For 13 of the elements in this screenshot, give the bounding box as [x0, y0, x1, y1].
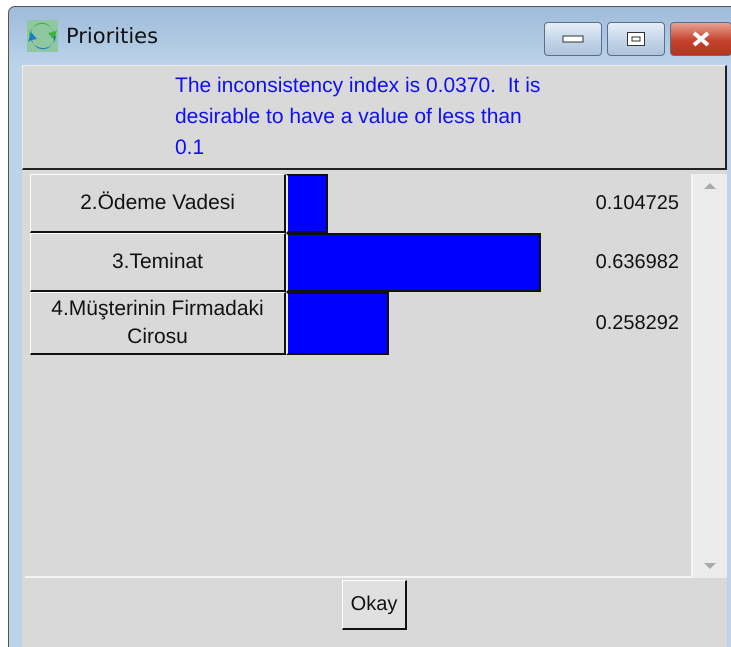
inconsistency-message: The inconsistency index is 0.0370. It is desirable to have a value of less than 0.1 [175, 73, 542, 161]
window-title: Priorities [66, 24, 160, 48]
close-button[interactable] [670, 22, 731, 56]
app-icon [27, 20, 58, 52]
maximize-icon [626, 31, 646, 47]
minimize-icon [562, 35, 584, 43]
minimize-button[interactable] [544, 22, 602, 56]
close-icon [690, 30, 712, 48]
priority-value: 0.104725 [594, 192, 680, 215]
priority-value: 0.636982 [594, 251, 680, 274]
maximize-button[interactable] [607, 22, 665, 56]
priority-value: 0.258292 [594, 312, 680, 335]
okay-button[interactable]: Okay [342, 580, 408, 630]
